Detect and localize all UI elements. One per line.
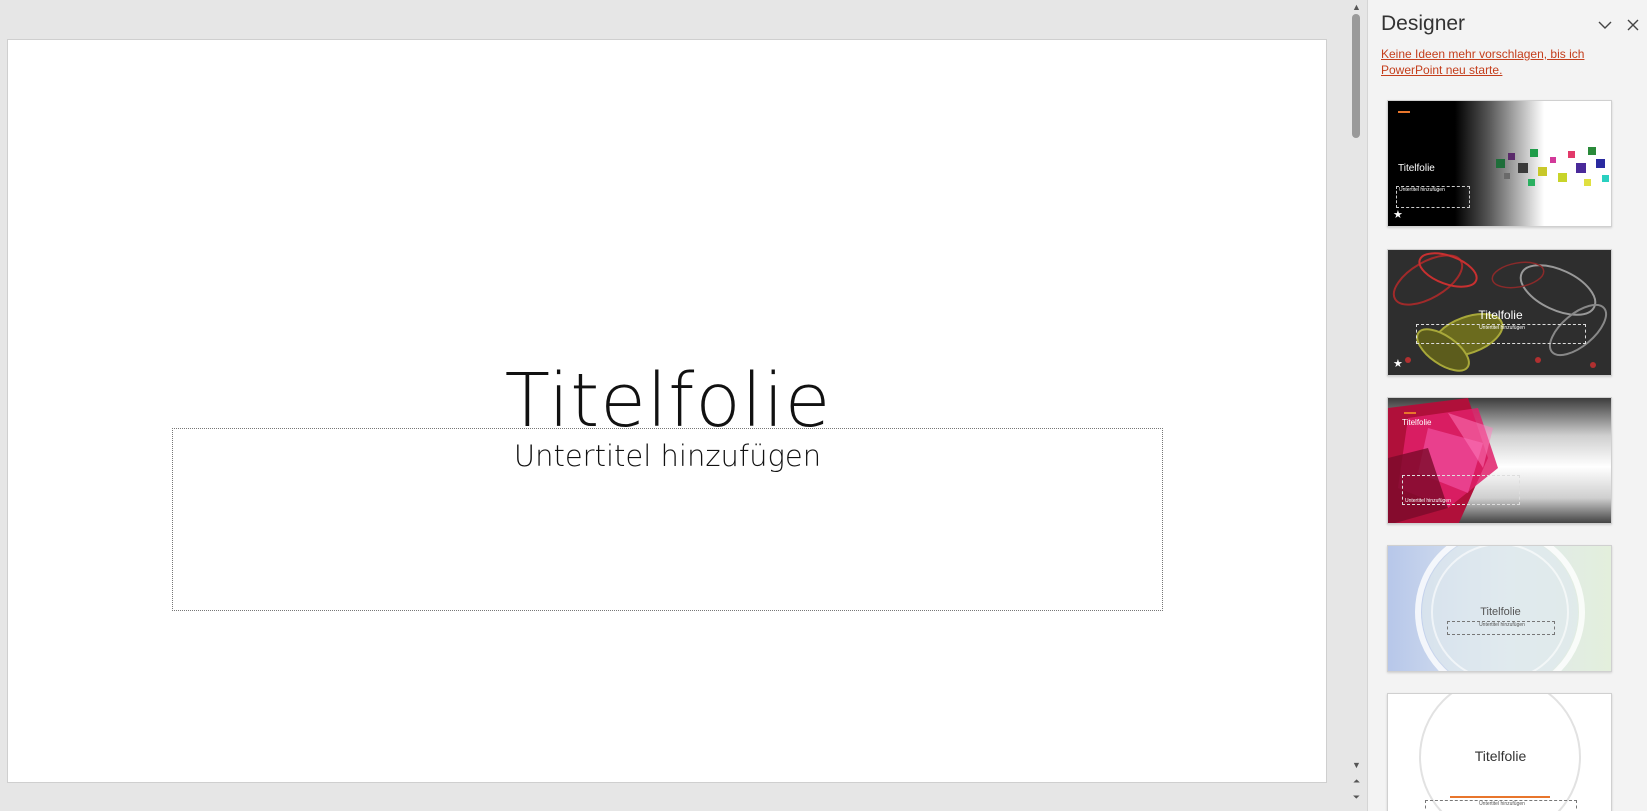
scroll-down-icon[interactable]: ▼ xyxy=(1351,760,1362,770)
design-idea-3[interactable]: Titelfolie Untertitel hinzufügen xyxy=(1387,397,1612,524)
design-idea-4[interactable]: Titelfolie Untertitel hinzufügen xyxy=(1387,545,1612,672)
idea-subtitle: Untertitel hinzufügen xyxy=(1447,621,1555,635)
powerpoint-window: Titelfolie Untertitel hinzufügen ▲ ▼ ⏶ ⏷… xyxy=(0,0,1647,811)
chevron-down-icon[interactable] xyxy=(1596,16,1614,34)
close-icon[interactable] xyxy=(1624,16,1642,34)
subtitle-placeholder-text: Untertitel hinzufügen xyxy=(513,439,822,473)
vertical-scrollbar[interactable]: ▲ ▼ ⏶ ⏷ xyxy=(1348,0,1365,811)
star-icon: ★ xyxy=(1393,209,1403,221)
previous-slide-icon[interactable]: ⏶ xyxy=(1351,776,1362,786)
pink-geometric-graphic xyxy=(1388,398,1498,523)
design-idea-1[interactable]: Titelfolie Untertitel hinzufügen ★ xyxy=(1387,100,1612,227)
subtitle-placeholder[interactable]: Untertitel hinzufügen xyxy=(172,428,1163,611)
idea-title: Titelfolie xyxy=(1402,418,1432,427)
idea-subtitle: Untertitel hinzufügen xyxy=(1425,800,1577,811)
idea-title: Titelfolie xyxy=(1398,163,1435,174)
slide-editor: Titelfolie Untertitel hinzufügen xyxy=(0,0,1348,811)
idea-subtitle: Untertitel hinzufügen xyxy=(1402,475,1520,505)
scrollbar-thumb[interactable] xyxy=(1352,14,1360,138)
designer-title: Designer xyxy=(1381,12,1466,35)
idea-subtitle: Untertitel hinzufügen xyxy=(1416,324,1586,344)
design-idea-5[interactable]: Titelfolie Untertitel hinzufügen xyxy=(1387,693,1612,811)
idea-title: Titelfolie xyxy=(1480,606,1521,618)
stop-suggestions-link[interactable]: Keine Ideen mehr vorschlagen, bis ich Po… xyxy=(1381,46,1621,78)
designer-pane: Designer Keine Ideen mehr vorschlagen, b… xyxy=(1367,0,1647,811)
idea-title: Titelfolie xyxy=(1474,748,1527,764)
idea-subtitle: Untertitel hinzufügen xyxy=(1396,186,1470,208)
idea-title: Titelfolie xyxy=(1478,308,1523,322)
design-idea-2[interactable]: Titelfolie Untertitel hinzufügen ★ xyxy=(1387,249,1612,376)
slide-canvas[interactable]: Titelfolie Untertitel hinzufügen xyxy=(7,39,1327,783)
star-icon: ★ xyxy=(1393,358,1403,370)
scroll-up-icon[interactable]: ▲ xyxy=(1351,2,1362,12)
next-slide-icon[interactable]: ⏷ xyxy=(1351,792,1362,802)
